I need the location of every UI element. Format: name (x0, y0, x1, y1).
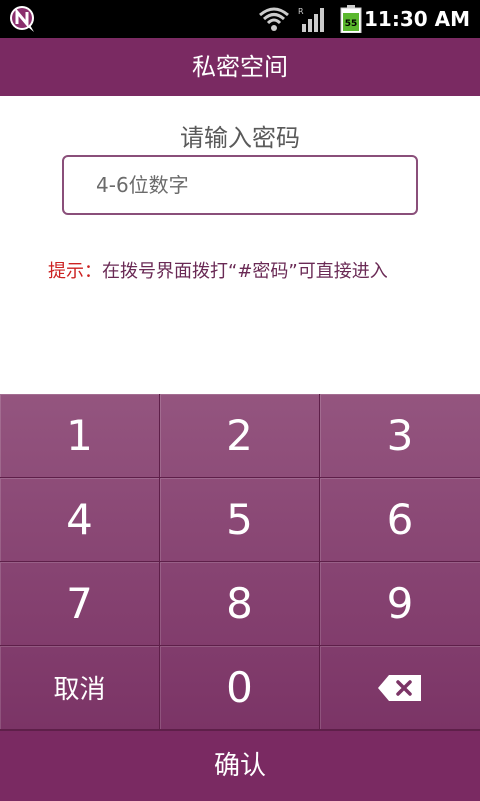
password-prompt: 请输入密码 (180, 124, 300, 152)
battery-icon: 55 (340, 5, 362, 33)
key-3[interactable]: 3 (320, 394, 480, 478)
hint-label: 提示： (48, 261, 102, 282)
confirm-button[interactable]: 确认 (0, 730, 480, 801)
backspace-button[interactable] (320, 646, 480, 730)
key-9[interactable]: 9 (320, 562, 480, 646)
key-1[interactable]: 1 (0, 394, 160, 478)
hint-message: 在拨号界面拨打“#密码”可直接进入 (102, 261, 388, 282)
hint-text: 提示：在拨号界面拨打“#密码”可直接进入 (48, 257, 388, 283)
status-bar: R 55 11:30 AM (0, 0, 480, 38)
app-notification-icon (10, 6, 34, 32)
cancel-button[interactable]: 取消 (0, 646, 160, 730)
status-clock: 11:30 AM (363, 7, 470, 31)
key-6[interactable]: 6 (320, 478, 480, 562)
backspace-icon (378, 674, 421, 701)
key-7[interactable]: 7 (0, 562, 160, 646)
signal-icon: R (298, 7, 324, 32)
svg-text:R: R (298, 7, 304, 16)
key-4[interactable]: 4 (0, 478, 160, 562)
key-2[interactable]: 2 (160, 394, 320, 478)
numeric-keypad: 1 2 3 4 5 6 7 8 9 取消 0 (0, 394, 480, 730)
password-input[interactable] (96, 157, 396, 213)
key-5[interactable]: 5 (160, 478, 320, 562)
page-title: 私密空间 (0, 38, 480, 96)
key-8[interactable]: 8 (160, 562, 320, 646)
svg-text:55: 55 (345, 19, 358, 29)
password-field[interactable] (62, 155, 418, 215)
wifi-icon (259, 7, 289, 31)
key-0[interactable]: 0 (160, 646, 320, 730)
